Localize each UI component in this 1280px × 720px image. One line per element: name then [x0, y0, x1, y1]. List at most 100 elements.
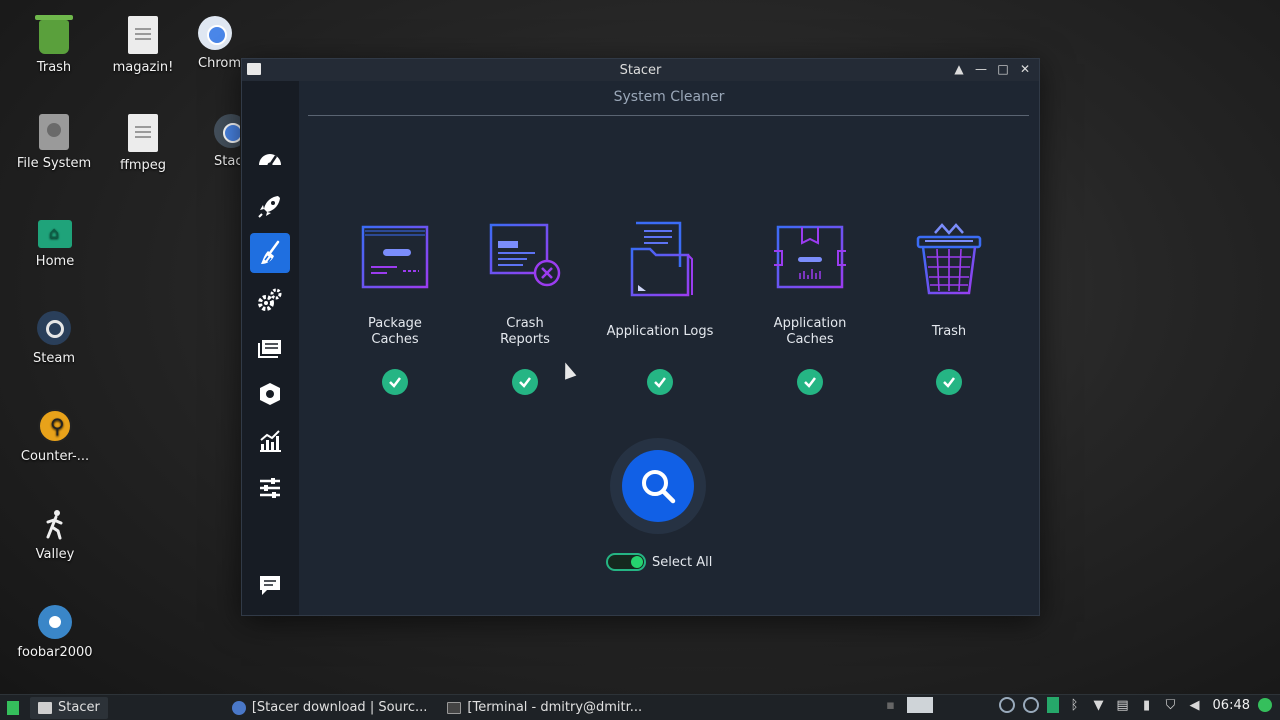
- window-app-icon: [247, 63, 261, 75]
- clock[interactable]: 06:48: [1213, 698, 1250, 713]
- sidebar-item-system-cleaner[interactable]: [250, 233, 290, 273]
- maximize-button[interactable]: □: [995, 61, 1011, 77]
- sidebar-item-services[interactable]: [250, 280, 290, 320]
- category-label: Application Logs: [606, 324, 714, 339]
- application-caches-icon: [774, 225, 846, 289]
- home-folder-icon: [38, 220, 72, 248]
- desktop-icon-trash[interactable]: Trash: [4, 15, 104, 75]
- manjaro-icon: [7, 700, 19, 715]
- services-gears-icon: [258, 288, 282, 311]
- desktop-icon-steam[interactable]: Steam: [4, 311, 104, 366]
- desktop-icon-home[interactable]: Home: [5, 212, 105, 269]
- checkmark-icon: [389, 377, 401, 388]
- battery-icon[interactable]: ▮: [1139, 697, 1155, 713]
- shade-button[interactable]: ▲: [951, 61, 967, 77]
- desktop-icon-chrome[interactable]: Chrom: [170, 16, 248, 71]
- steam-icon: [37, 311, 71, 345]
- stacer-tray-icon-2[interactable]: [1022, 697, 1039, 713]
- page-title: System Cleaner: [613, 89, 725, 105]
- sidebar-item-settings[interactable]: [250, 468, 290, 508]
- sidebar-item-resources[interactable]: [250, 421, 290, 461]
- start-menu-button[interactable]: [0, 695, 26, 720]
- sidebar: [242, 81, 299, 615]
- counter-strike-icon: [38, 409, 72, 443]
- settings-sliders-icon: [260, 478, 280, 498]
- desktop-icon-valley[interactable]: Valley: [5, 507, 105, 562]
- desktop-icon-label: Counter-...: [20, 449, 90, 464]
- taskbar-task-browser[interactable]: [Stacer download | Sourc...: [224, 697, 436, 719]
- window-title: Stacer: [619, 62, 662, 78]
- checkmark-icon: [804, 377, 816, 388]
- category-trash[interactable]: Trash: [884, 221, 1014, 395]
- category-checked[interactable]: [936, 369, 962, 395]
- desktop-icon-file-system[interactable]: File System: [4, 114, 104, 171]
- startup-rocket-icon: [258, 196, 280, 218]
- minimize-button[interactable]: —: [973, 61, 989, 77]
- task-label: [Stacer download | Sourc...: [251, 700, 428, 715]
- category-application-logs[interactable]: Application Logs: [595, 221, 725, 395]
- select-all-label: Select All: [652, 554, 713, 570]
- shield-icon[interactable]: ⛉: [1163, 697, 1179, 713]
- system-tray: ▪ ᛒ ▼ ▤ ▮ ⛉ ◀ 06:48: [883, 697, 1272, 713]
- desktop-icon-stacer[interactable]: Stac: [190, 114, 240, 169]
- select-all-toggle[interactable]: [606, 553, 646, 571]
- sidebar-item-processes[interactable]: [250, 327, 290, 367]
- sidebar-item-uninstaller[interactable]: [250, 374, 290, 414]
- stacer-tray-icon[interactable]: [998, 697, 1015, 713]
- uninstaller-icon: [260, 383, 280, 405]
- desktop-icon-counter-strike[interactable]: Counter-...: [5, 409, 105, 464]
- trash-icon: [916, 223, 982, 295]
- category-checked[interactable]: [512, 369, 538, 395]
- category-package-caches[interactable]: Package Caches: [330, 221, 460, 395]
- category-label: Trash: [931, 324, 967, 339]
- taskbar-task-terminal[interactable]: [Terminal - dmitry@dmitr...: [439, 697, 650, 719]
- task-label: Stacer: [58, 700, 100, 715]
- manjaro-settings-icon[interactable]: [1046, 697, 1059, 713]
- sidebar-item-feedback[interactable]: [250, 565, 290, 605]
- desktop-icon-label: Home: [35, 254, 75, 269]
- close-button[interactable]: ✕: [1017, 61, 1033, 77]
- show-desktop-icon[interactable]: ▪: [883, 697, 899, 713]
- feedback-icon: [260, 576, 280, 595]
- processes-icon: [258, 340, 281, 358]
- crash-reports-icon: [489, 223, 561, 287]
- workspace-switcher[interactable]: [906, 697, 933, 713]
- document-icon: [128, 114, 158, 152]
- volume-icon[interactable]: ◀: [1187, 697, 1203, 713]
- stacer-window: Stacer ▲ — □ ✕ System Cleaner Package Ca…: [241, 58, 1040, 616]
- category-label: Package Caches: [368, 316, 422, 347]
- scan-button[interactable]: [622, 450, 694, 522]
- bluetooth-icon[interactable]: ᛒ: [1067, 697, 1083, 713]
- chrome-icon: [198, 16, 232, 50]
- browser-icon: [231, 700, 246, 715]
- desktop-icon-ffmpeg[interactable]: ffmpeg: [93, 114, 193, 173]
- taskbar: Stacer [Stacer download | Sourc... [Term…: [0, 694, 1280, 720]
- scan-button-ring: [610, 438, 706, 534]
- category-label: Application Caches: [773, 316, 847, 347]
- select-all-control[interactable]: Select All: [606, 553, 712, 571]
- checkmark-icon: [519, 377, 531, 388]
- hard-disk-icon: [39, 114, 69, 150]
- category-label: Crash Reports: [500, 316, 550, 347]
- power-icon[interactable]: [1258, 698, 1272, 712]
- desktop-icon-label: File System: [16, 156, 92, 171]
- category-checked[interactable]: [647, 369, 673, 395]
- desktop-icon-label: Steam: [33, 351, 75, 366]
- task-label: [Terminal - dmitry@dmitr...: [467, 700, 643, 715]
- category-checked[interactable]: [797, 369, 823, 395]
- taskbar-task-stacer[interactable]: Stacer: [30, 696, 108, 719]
- package-caches-icon: [361, 225, 429, 289]
- wifi-icon[interactable]: ▼: [1091, 697, 1107, 713]
- sidebar-item-dashboard[interactable]: [250, 139, 290, 179]
- document-icon: [128, 16, 158, 54]
- valley-runner-icon: [38, 507, 72, 541]
- clipboard-icon[interactable]: ▤: [1115, 697, 1131, 713]
- desktop-icon-label: Valley: [35, 547, 75, 562]
- window-titlebar[interactable]: Stacer ▲ — □ ✕: [242, 59, 1039, 81]
- sidebar-item-startup[interactable]: [250, 186, 290, 226]
- category-application-caches[interactable]: Application Caches: [745, 221, 875, 395]
- trash-icon: [35, 15, 73, 54]
- system-cleaner-broom-icon: [261, 240, 280, 264]
- category-checked[interactable]: [382, 369, 408, 395]
- desktop-icon-foobar2000[interactable]: foobar2000: [5, 605, 105, 660]
